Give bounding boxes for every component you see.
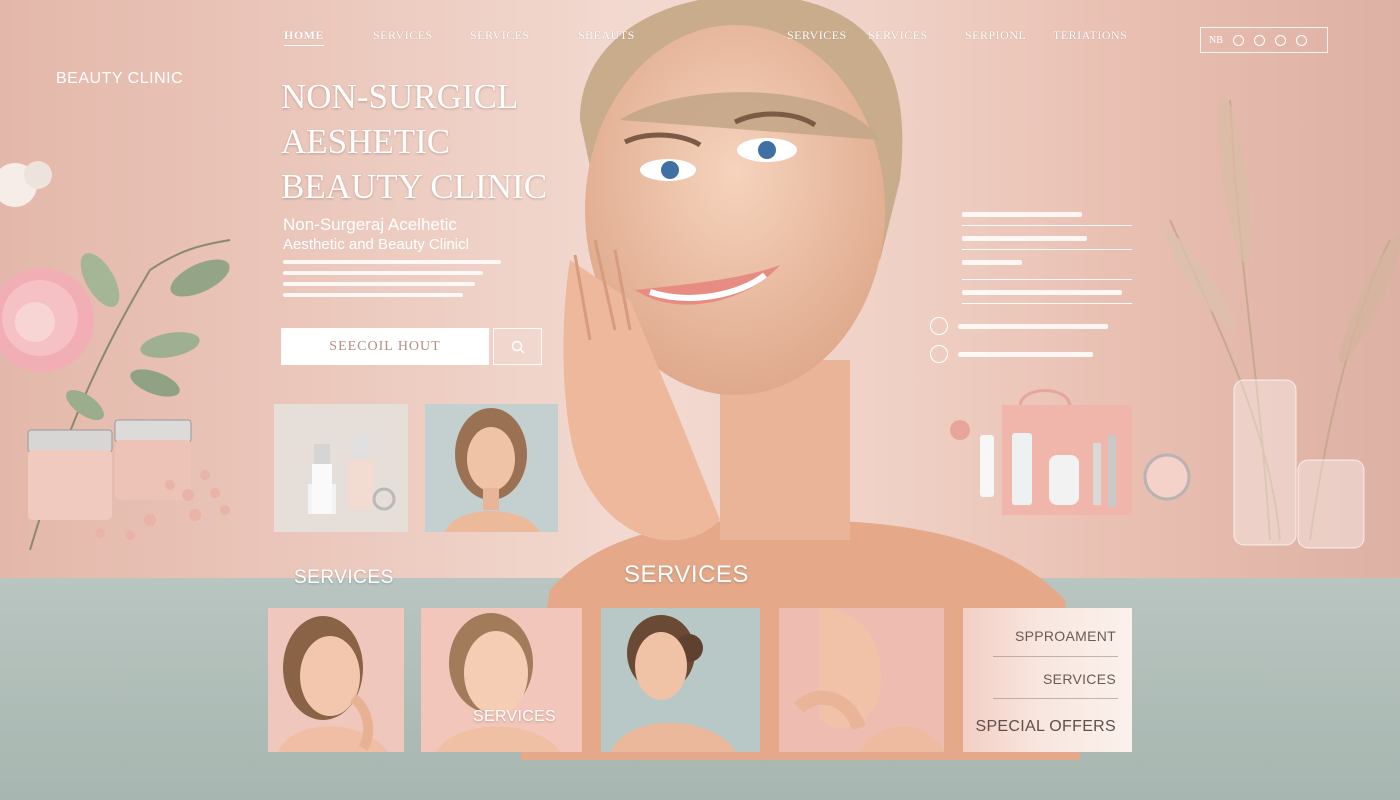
- hero-subtitle-line-1: Non-Surgeraj Acelhetic: [283, 215, 457, 234]
- service-card-1[interactable]: [268, 608, 404, 752]
- service-image-1: [278, 616, 388, 752]
- menu-option-services[interactable]: SERVICES: [963, 671, 1132, 687]
- model-portrait-image: [445, 408, 540, 532]
- service-image-2: [436, 613, 561, 752]
- service-card-2[interactable]: SERVICES: [421, 608, 582, 752]
- service-card-2-label: SERVICES: [473, 708, 557, 725]
- cream-jars-decoration: [27, 419, 230, 540]
- pampas-decoration: [1164, 95, 1400, 549]
- nav-beauts[interactable]: SBEAUTS: [578, 28, 635, 43]
- hero-title: NON-SURGICL AESHETIC BEAUTY CLINIC: [281, 74, 571, 209]
- hero-title-line-1: NON-SURGICL: [281, 77, 519, 116]
- nav-icon-group: NB: [1200, 27, 1328, 53]
- model-tile[interactable]: [425, 404, 558, 532]
- info-row-phone[interactable]: [930, 317, 1108, 335]
- search-icon: [511, 340, 525, 354]
- top-nav: HOME SERVICES SERVICES SBEAUTS SERVICES …: [0, 28, 1400, 48]
- info-row-location[interactable]: [930, 345, 1093, 363]
- hero-subtitle: Non-Surgeraj Acelhetic Aesthetic and Bea…: [283, 215, 573, 255]
- nav-home[interactable]: HOME: [284, 28, 324, 46]
- nav-services-3[interactable]: SERVICES: [787, 28, 847, 43]
- nav-services-1[interactable]: SERVICES: [373, 28, 433, 43]
- nav-icons-text: NB: [1209, 34, 1223, 46]
- brand-logo[interactable]: BEAUTY CLINIC: [56, 70, 183, 88]
- info-panel: [962, 212, 1132, 314]
- hero-subtitle-line-2: Aesthetic and Beauty Clinicl: [283, 236, 469, 253]
- nav-services-2[interactable]: SERVICES: [470, 28, 530, 43]
- cta-search-button[interactable]: [493, 328, 542, 365]
- cart-icon[interactable]: [1253, 34, 1265, 46]
- service-card-4[interactable]: [779, 608, 944, 752]
- product-tile[interactable]: [274, 404, 408, 532]
- nav-services-4[interactable]: SERVICES: [868, 28, 928, 43]
- account-icon[interactable]: [1295, 34, 1307, 46]
- services-heading-center: SERVICES: [624, 561, 749, 588]
- user-icon[interactable]: [1274, 34, 1286, 46]
- hero-body-text: [283, 260, 508, 304]
- services-heading-left: SERVICES: [294, 567, 394, 588]
- nav-teriations[interactable]: TERIATIONS: [1053, 28, 1127, 43]
- serum-bottles-image: [308, 434, 396, 514]
- nav-serpionl[interactable]: SERPIONL: [965, 28, 1026, 43]
- cta-button[interactable]: SEECOIL HOUT: [281, 328, 489, 365]
- service-card-3[interactable]: [601, 608, 760, 752]
- location-icon: [930, 345, 948, 363]
- hero-title-line-2: AESHETIC: [281, 122, 451, 161]
- service-card-5-menu[interactable]: SPPROAMENT SERVICES SPECIAL OFFERS: [963, 608, 1132, 752]
- hero-title-line-3: BEAUTY CLINIC: [281, 167, 548, 206]
- phone-icon: [930, 317, 948, 335]
- service-image-3: [611, 615, 736, 752]
- search-icon[interactable]: [1232, 34, 1244, 46]
- menu-option-appointment[interactable]: SPPROAMENT: [963, 628, 1132, 644]
- service-image-4: [794, 608, 944, 752]
- menu-option-special-offers[interactable]: SPECIAL OFFERS: [963, 718, 1132, 736]
